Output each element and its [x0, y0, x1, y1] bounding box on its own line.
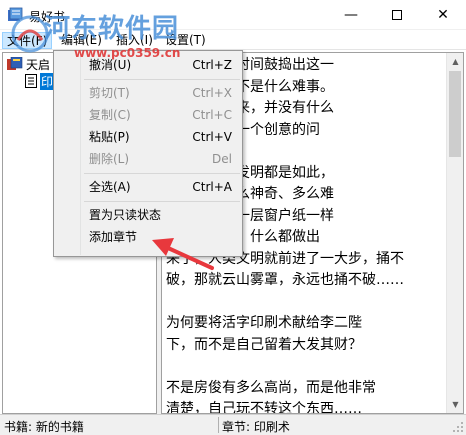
text-line: 下，而不是自己留着大发其财？	[166, 336, 362, 353]
context-menu-label: 粘贴(P)	[89, 130, 130, 144]
menu-separator	[84, 173, 240, 174]
context-menu-shortcut: Ctrl+C	[192, 108, 232, 122]
title-bar: 易好书 — ✕	[0, 0, 466, 30]
minimize-button[interactable]: —	[328, 0, 374, 30]
app-icon	[8, 7, 23, 21]
edit-context-menu: 撤消(U) Ctrl+Z 剪切(T) Ctrl+X 复制(C) Ctrl+C 粘贴(P) Ct…	[53, 50, 243, 257]
context-menu-item[interactable]: 添加章节	[56, 226, 240, 248]
context-menu-label: 全选(A)	[89, 180, 131, 194]
maximize-button[interactable]	[374, 0, 420, 30]
scroll-down-icon[interactable]: ▼	[447, 396, 463, 413]
context-menu-shortcut: Del	[212, 152, 232, 166]
scroll-thumb[interactable]	[449, 71, 461, 157]
book-icon	[7, 57, 23, 70]
menu-insert[interactable]: 插入(I)	[112, 32, 157, 49]
menu-separator	[84, 201, 240, 202]
menu-edit[interactable]: 编辑(E)	[57, 32, 106, 49]
tree-root-label: 天启	[26, 57, 51, 72]
status-bar: 书籍: 新的书籍 章节: 印刷术	[0, 414, 466, 435]
context-menu-item[interactable]: 粘贴(P) Ctrl+V	[56, 126, 240, 148]
status-book: 书籍: 新的书籍	[4, 420, 84, 434]
context-menu-item[interactable]: 撤消(U) Ctrl+Z	[56, 54, 240, 76]
close-button[interactable]: ✕	[420, 0, 466, 30]
menu-file[interactable]: 文件(F)	[2, 32, 53, 49]
context-menu-item[interactable]: 剪切(T) Ctrl+X	[56, 82, 240, 104]
context-menu-label: 剪切(T)	[89, 86, 130, 100]
vertical-scrollbar[interactable]: ▲ ▼	[446, 53, 463, 413]
context-menu-shortcut: Ctrl+X	[192, 86, 232, 100]
maximize-icon	[392, 10, 402, 20]
menu-settings[interactable]: 设置(T)	[161, 32, 210, 49]
scroll-up-icon[interactable]: ▲	[447, 53, 463, 70]
status-chapter: 章节: 印刷术	[222, 420, 290, 434]
context-menu-shortcut: Ctrl+Z	[192, 58, 232, 72]
context-menu-item[interactable]: 置为只读状态	[56, 204, 240, 226]
menu-separator	[84, 79, 240, 80]
tree-node-chapter[interactable]: 印	[25, 72, 55, 90]
context-menu-item[interactable]: 全选(A) Ctrl+A	[56, 176, 240, 198]
document-icon	[25, 74, 37, 88]
text-line: 不是房俊有多么高尚，而是他非常	[166, 379, 376, 396]
text-line	[166, 292, 444, 314]
tree-node-book[interactable]: 天启	[7, 56, 50, 72]
tree-child-label: 印	[40, 72, 55, 90]
context-menu-shortcut: Ctrl+V	[192, 130, 232, 144]
menu-bar: 文件(F) 编辑(E) 插入(I) 设置(T)	[0, 30, 466, 50]
window-title: 易好书	[29, 10, 66, 24]
close-icon: ✕	[437, 7, 449, 23]
context-menu-label: 撤消(U)	[89, 58, 132, 72]
context-menu-label: 复制(C)	[89, 108, 131, 122]
resize-grip-icon[interactable]	[452, 421, 464, 433]
context-menu-label: 删除(L)	[89, 152, 130, 166]
text-line	[166, 356, 444, 378]
context-menu-item[interactable]: 复制(C) Ctrl+C	[56, 104, 240, 126]
text-line: 破，那就云山雾罩，永远也捅不破……	[166, 272, 404, 288]
status-divider	[218, 417, 219, 433]
context-menu-item[interactable]: 删除(L) Del	[56, 148, 240, 170]
minimize-icon: —	[344, 7, 358, 23]
context-menu-label: 置为只读状态	[89, 208, 162, 222]
text-line: 清楚，自己玩不转这个东西……	[166, 401, 362, 414]
context-menu-shortcut: Ctrl+A	[192, 180, 232, 194]
context-menu-label: 添加章节	[89, 230, 138, 244]
text-line: 为何要将活字印刷术献给李二陛	[166, 315, 362, 331]
